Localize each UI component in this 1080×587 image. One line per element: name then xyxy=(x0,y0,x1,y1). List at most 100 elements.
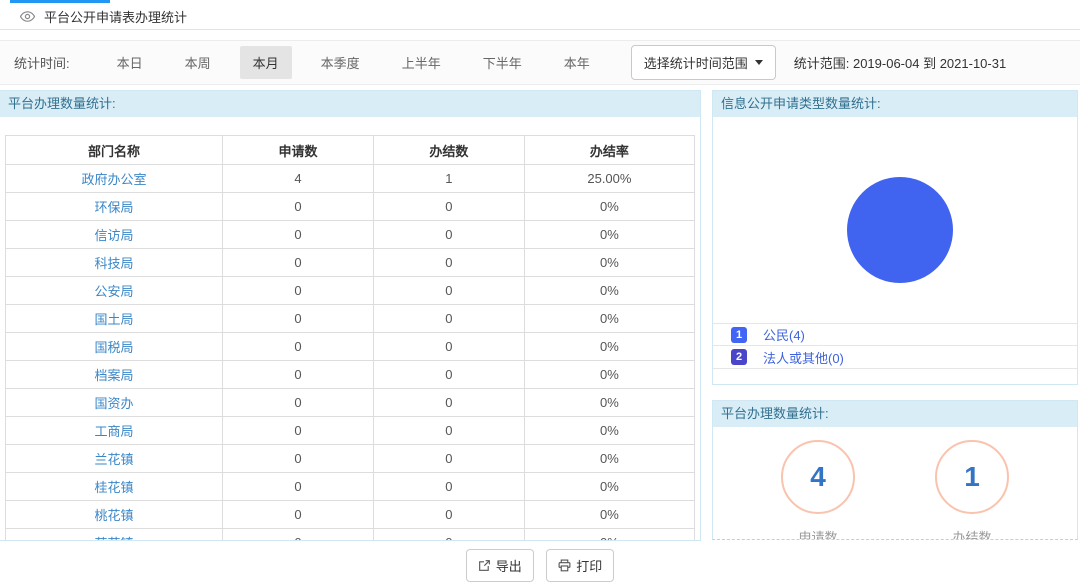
time-filter-option[interactable]: 本月 xyxy=(240,46,292,79)
stat-value: 4 xyxy=(810,461,826,493)
table-row: 信访局000% xyxy=(6,221,695,249)
dept-link[interactable]: 公安局 xyxy=(6,277,223,305)
table-cell: 0 xyxy=(223,529,374,542)
table-cell: 0 xyxy=(373,333,524,361)
table-cell: 0 xyxy=(373,445,524,473)
stat-value: 1 xyxy=(964,461,980,493)
table-cell: 0% xyxy=(524,249,694,277)
table-cell: 0 xyxy=(223,193,374,221)
dept-link[interactable]: 档案局 xyxy=(6,361,223,389)
legend-label: 法人或其他(0) xyxy=(763,348,844,367)
table-cell: 0% xyxy=(524,361,694,389)
dept-link[interactable]: 兰花镇 xyxy=(6,445,223,473)
time-filter-option[interactable]: 本周 xyxy=(172,46,224,79)
table-row: 国土局000% xyxy=(6,305,695,333)
tab-platform-stats[interactable]: 平台公开申请表办理统计 xyxy=(9,3,201,30)
table-cell: 0 xyxy=(373,473,524,501)
pie-legend: 1 公民(4) 2法人或其他(0) xyxy=(713,323,1077,369)
legend-item[interactable]: 1 公民(4) xyxy=(713,323,1077,346)
table-cell: 0 xyxy=(223,221,374,249)
table-cell: 0% xyxy=(524,305,694,333)
stat-circle: 4 xyxy=(781,440,855,514)
table-cell: 0% xyxy=(524,445,694,473)
request-type-stats-title: 信息公开申请类型数量统计: xyxy=(713,91,1077,117)
table-row: 环保局000% xyxy=(6,193,695,221)
filter-label: 统计时间: xyxy=(14,53,70,72)
table-header-row: 部门名称申请数办结数办结率 xyxy=(6,136,695,165)
time-filter-option[interactable]: 上半年 xyxy=(389,46,454,79)
time-filter-option[interactable]: 下半年 xyxy=(470,46,535,79)
footer-actions: 导出 打印 xyxy=(0,549,1080,582)
table-row: 公安局000% xyxy=(6,277,695,305)
dept-link[interactable]: 科技局 xyxy=(6,249,223,277)
table-header-cell: 办结数 xyxy=(373,136,524,165)
table-row: 国税局000% xyxy=(6,333,695,361)
table-cell: 0 xyxy=(373,417,524,445)
table-row: 兰花镇000% xyxy=(6,445,695,473)
stat-range-label: 统计范围: 2019-06-04 到 2021-10-31 xyxy=(794,53,1006,72)
table-cell: 0 xyxy=(223,277,374,305)
legend-label: 公民(4) xyxy=(763,325,805,344)
table-cell: 0% xyxy=(524,193,694,221)
stat-circle: 1 xyxy=(935,440,1009,514)
eye-icon xyxy=(20,11,35,22)
department-table: 部门名称申请数办结数办结率 政府办公室4125.00%环保局000%信访局000… xyxy=(5,135,695,541)
time-range-dropdown[interactable]: 选择统计时间范围 xyxy=(631,45,776,80)
platform-totals-title: 平台办理数量统计: xyxy=(713,401,1077,427)
table-row: 国资办000% xyxy=(6,389,695,417)
table-cell: 0 xyxy=(223,361,374,389)
filter-bar: 统计时间: 本日本周本月本季度上半年下半年本年 选择统计时间范围 统计范围: 2… xyxy=(0,40,1080,85)
dept-link[interactable]: 政府办公室 xyxy=(6,165,223,193)
table-cell: 4 xyxy=(223,165,374,193)
export-button[interactable]: 导出 xyxy=(466,549,534,582)
dept-link[interactable]: 信访局 xyxy=(6,221,223,249)
stat-label: 办结数 xyxy=(952,527,991,540)
tab-title: 平台公开申请表办理统计 xyxy=(44,7,187,26)
table-cell: 0 xyxy=(223,473,374,501)
time-filter-option[interactable]: 本年 xyxy=(551,46,603,79)
dept-link[interactable]: 国资办 xyxy=(6,389,223,417)
table-row: 桂花镇000% xyxy=(6,473,695,501)
dept-link[interactable]: 工商局 xyxy=(6,417,223,445)
print-button[interactable]: 打印 xyxy=(546,549,614,582)
table-header-cell: 申请数 xyxy=(223,136,374,165)
table-row: 档案局000% xyxy=(6,361,695,389)
dept-link[interactable]: 国土局 xyxy=(6,305,223,333)
table-header-cell: 部门名称 xyxy=(6,136,223,165)
dept-link[interactable]: 桂花镇 xyxy=(6,473,223,501)
dept-link[interactable]: 国税局 xyxy=(6,333,223,361)
table-cell: 0 xyxy=(223,445,374,473)
table-cell: 0 xyxy=(373,277,524,305)
table-cell: 0% xyxy=(524,221,694,249)
time-filter-option[interactable]: 本季度 xyxy=(308,46,373,79)
platform-totals-panel: 平台办理数量统计: 4 申请数 1 办结数 xyxy=(712,400,1078,540)
table-cell: 0% xyxy=(524,277,694,305)
table-cell: 0 xyxy=(223,305,374,333)
table-cell: 0% xyxy=(524,501,694,529)
legend-item[interactable]: 2法人或其他(0) xyxy=(713,346,1077,369)
stat-item: 4 申请数 xyxy=(781,440,855,540)
table-cell: 0% xyxy=(524,333,694,361)
print-button-label: 打印 xyxy=(576,556,602,575)
print-icon xyxy=(558,559,571,572)
dept-link[interactable]: 桃花镇 xyxy=(6,501,223,529)
dept-link[interactable]: 菊花镇 xyxy=(6,529,223,542)
table-row: 桃花镇000% xyxy=(6,501,695,529)
legend-badge: 1 xyxy=(731,327,747,343)
table-cell: 0 xyxy=(223,333,374,361)
table-row: 政府办公室4125.00% xyxy=(6,165,695,193)
table-cell: 0 xyxy=(223,389,374,417)
dept-link[interactable]: 环保局 xyxy=(6,193,223,221)
table-cell: 1 xyxy=(373,165,524,193)
time-filter-option[interactable]: 本日 xyxy=(104,46,156,79)
table-cell: 0% xyxy=(524,473,694,501)
time-range-dropdown-label: 选择统计时间范围 xyxy=(644,53,748,72)
table-cell: 0 xyxy=(373,221,524,249)
tab-bar: 平台公开申请表办理统计 xyxy=(0,0,1080,30)
table-cell: 0 xyxy=(373,249,524,277)
chevron-down-icon xyxy=(755,60,763,65)
stat-label: 申请数 xyxy=(798,527,837,540)
table-cell: 0% xyxy=(524,417,694,445)
pie-chart[interactable] xyxy=(847,177,953,283)
table-cell: 0% xyxy=(524,529,694,542)
